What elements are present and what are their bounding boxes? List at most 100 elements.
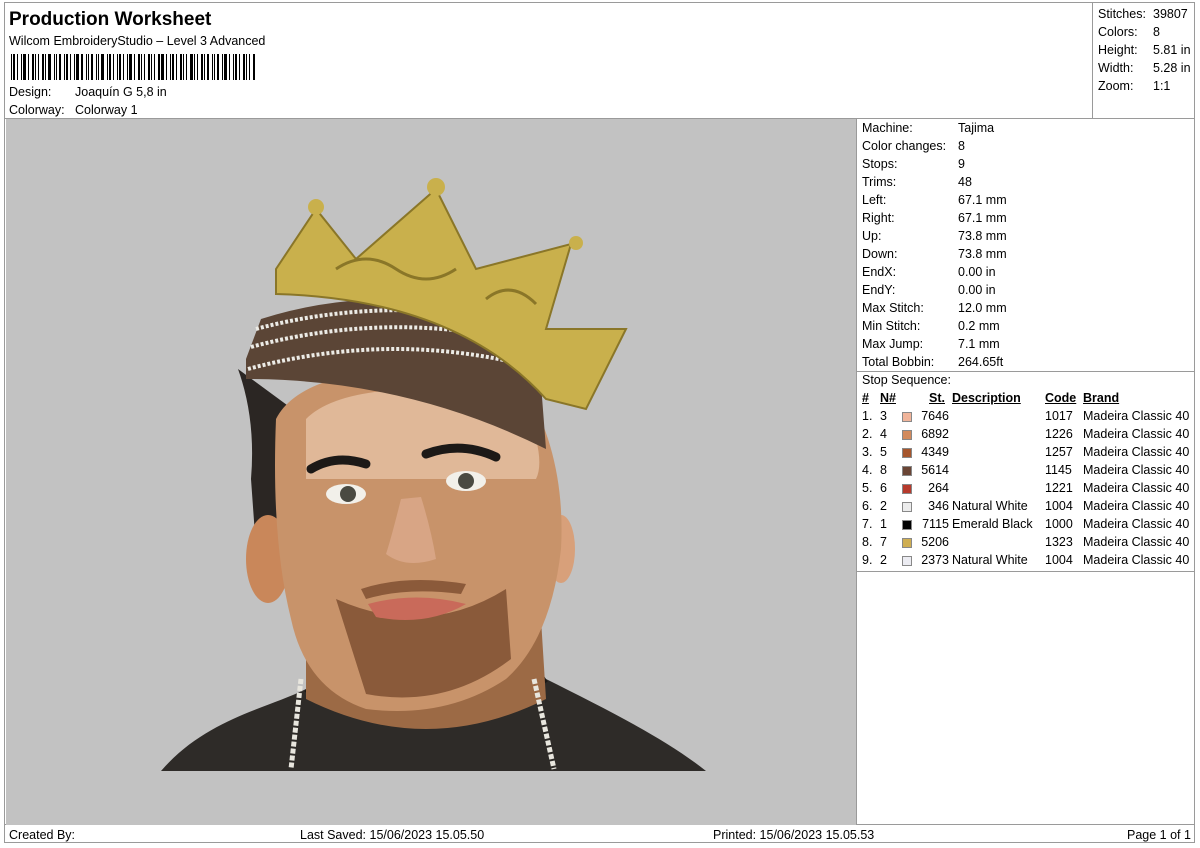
- thread-brand: Madeira Classic 40: [1083, 463, 1190, 477]
- property-row: EndY: 0.00 in: [862, 283, 996, 297]
- printed-date: Printed: 15/06/2023 15.05.53: [713, 828, 875, 842]
- property-row: Max Jump: 7.1 mm: [862, 337, 1000, 351]
- worksheet-header: Production Worksheet Wilcom EmbroiderySt…: [5, 3, 1094, 118]
- design-preview: [6, 119, 856, 825]
- thread-code: 1145: [1045, 463, 1072, 477]
- barcode-bar: [101, 54, 104, 80]
- page-title: Production Worksheet: [9, 9, 212, 30]
- needle-number: 6: [880, 481, 887, 495]
- color-swatch: [902, 538, 912, 548]
- barcode-bar: [138, 54, 140, 80]
- software-subtitle: Wilcom EmbroideryStudio – Level 3 Advanc…: [9, 34, 266, 48]
- table-row: 5. 6 264 1221 Madeira Classic 40: [858, 481, 1195, 499]
- barcode-bar: [246, 54, 247, 80]
- color-swatch: [902, 520, 912, 530]
- row-index: 9.: [862, 553, 873, 567]
- stitch-count: 346: [928, 499, 949, 513]
- table-row: 9. 2 2373 Natural White 1004 Madeira Classic …: [858, 553, 1195, 571]
- needle-number: 4: [880, 427, 887, 441]
- stat-row: Zoom: 1:1: [1098, 79, 1171, 93]
- barcode-bar: [176, 54, 177, 80]
- stat-row: Stitches: 39807: [1098, 7, 1188, 21]
- property-row: Stops: 9: [862, 157, 965, 171]
- thread-code: 1226: [1045, 427, 1073, 441]
- barcode-bar: [144, 54, 145, 80]
- thread-brand: Madeira Classic 40: [1083, 481, 1190, 495]
- property-row: Min Stitch: 0.2 mm: [862, 319, 1000, 333]
- color-swatch: [902, 556, 912, 566]
- barcode-bar: [45, 54, 46, 80]
- barcode-bar: [91, 54, 93, 80]
- stitch-count: 4349: [921, 445, 949, 459]
- needle-number: 8: [880, 463, 887, 477]
- row-index: 5.: [862, 481, 873, 495]
- barcode-bar: [38, 54, 39, 80]
- barcode-bar: [59, 54, 61, 80]
- needle-number: 2: [880, 553, 887, 567]
- barcode-bar: [88, 54, 89, 80]
- color-swatch: [902, 430, 912, 440]
- barcode-bar: [98, 54, 99, 80]
- barcode-bar: [197, 54, 198, 80]
- needle-number: 7: [880, 535, 887, 549]
- color-swatch: [902, 466, 912, 476]
- barcode-bar: [96, 54, 97, 80]
- stitch-count: 264: [928, 481, 949, 495]
- property-row: Max Stitch: 12.0 mm: [862, 301, 1007, 315]
- barcode-bar: [117, 54, 118, 80]
- stitch-count: 7646: [921, 409, 949, 423]
- barcode-bar: [86, 54, 87, 80]
- color-swatch: [902, 448, 912, 458]
- col-header-needle: N#: [880, 391, 896, 405]
- barcode-bar: [224, 54, 227, 80]
- design-row: Design: Joaquín G 5,8 in: [9, 85, 167, 99]
- barcode-bar: [214, 54, 215, 80]
- table-row: 3. 5 4349 1257 Madeira Classic 40: [858, 445, 1195, 463]
- thread-brand: Madeira Classic 40: [1083, 445, 1190, 459]
- thread-brand: Madeira Classic 40: [1083, 535, 1190, 549]
- row-index: 2.: [862, 427, 873, 441]
- worksheet-frame: Production Worksheet Wilcom EmbroiderySt…: [4, 2, 1195, 843]
- worksheet-footer: Created By: Last Saved: 15/06/2023 15.05…: [5, 825, 1194, 843]
- property-row: Down: 73.8 mm: [862, 247, 1007, 261]
- property-row: Trims: 48: [862, 175, 972, 189]
- page-number: Page 1 of 1: [1127, 828, 1191, 842]
- property-row: Left: 67.1 mm: [862, 193, 1007, 207]
- barcode-bar: [180, 54, 182, 80]
- barcode-bar: [76, 54, 79, 80]
- barcode-bar: [166, 54, 167, 80]
- created-by: Created By:: [9, 828, 76, 842]
- colorway-row: Colorway: Colorway 1: [9, 103, 138, 117]
- thread-brand: Madeira Classic 40: [1083, 427, 1190, 441]
- barcode-bar: [107, 54, 108, 80]
- thread-code: 1017: [1045, 409, 1073, 423]
- needle-number: 1: [880, 517, 887, 531]
- col-header-description: Description: [952, 391, 1021, 405]
- row-index: 3.: [862, 445, 873, 459]
- barcode-bar: [190, 54, 193, 80]
- barcode-bar: [129, 54, 132, 80]
- stop-sequence-title: Stop Sequence:: [862, 373, 951, 387]
- barcode-bar: [243, 54, 245, 80]
- colorway-value: Colorway 1: [75, 103, 138, 117]
- thread-code: 1004: [1045, 553, 1073, 567]
- stitch-count: 7115: [922, 517, 949, 531]
- barcode-bar: [154, 54, 155, 80]
- property-row: Up: 73.8 mm: [862, 229, 1007, 243]
- barcode-bar: [217, 54, 219, 80]
- thread-code: 1221: [1045, 481, 1073, 495]
- barcode-bar: [158, 54, 160, 80]
- barcode-bar: [17, 54, 18, 80]
- thread-code: 1323: [1045, 535, 1073, 549]
- colorway-label: Colorway:: [9, 103, 65, 117]
- barcode-bar: [54, 54, 55, 80]
- barcode: [11, 52, 256, 80]
- barcode-bar: [212, 54, 213, 80]
- thread-brand: Madeira Classic 40: [1083, 499, 1190, 513]
- barcode-bar: [204, 54, 205, 80]
- row-index: 8.: [862, 535, 873, 549]
- barcode-bar: [229, 54, 230, 80]
- barcode-bar: [48, 54, 51, 80]
- row-index: 7.: [862, 517, 873, 531]
- barcode-bar: [161, 54, 164, 80]
